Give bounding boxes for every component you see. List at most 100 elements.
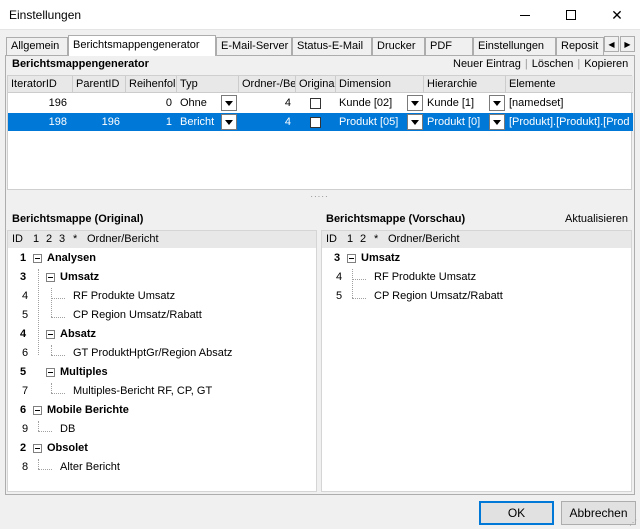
col-folder-report[interactable]: Ordner/Bericht: [388, 233, 460, 245]
ok-button[interactable]: OK: [479, 501, 554, 525]
col-elements[interactable]: Elemente: [506, 76, 633, 93]
hierarchy-dropdown-button[interactable]: [489, 95, 505, 111]
row-label: Absatz: [60, 328, 97, 340]
dimension-dropdown-button[interactable]: [407, 114, 423, 130]
row-label: Multiples: [60, 366, 108, 378]
type-dropdown-button[interactable]: [221, 114, 237, 130]
tab-berichtsmappengenerator[interactable]: Berichtsmappengenerator: [68, 35, 216, 56]
tree-row[interactable]: 4 RF Produkte Umsatz: [322, 268, 631, 287]
tree-row[interactable]: 3 Umsatz: [8, 268, 316, 287]
new-entry-link[interactable]: Neuer Eintrag: [453, 58, 521, 70]
close-button[interactable]: ✕: [594, 0, 640, 30]
cell-elements: [Produkt].[Produkt].[Prod: [509, 116, 630, 128]
tab-scroll-right-button[interactable]: ▶: [620, 36, 635, 52]
tree-row[interactable]: 8 Alter Bericht: [8, 458, 316, 477]
collapse-icon[interactable]: [347, 254, 356, 263]
cancel-button[interactable]: Abbrechen: [561, 501, 636, 525]
col-level-2[interactable]: 2: [46, 233, 52, 245]
maximize-button[interactable]: [548, 0, 594, 30]
tab-repository[interactable]: Reposit: [556, 37, 604, 55]
row-label: Analysen: [47, 252, 96, 264]
tree-row[interactable]: 2 Obsolet: [8, 439, 316, 458]
col-level-1[interactable]: 1: [347, 233, 353, 245]
tab-scroll-left-button[interactable]: ◀: [604, 36, 619, 52]
resize-grip-icon[interactable]: ⋰: [629, 518, 639, 528]
row-label: GT ProduktHptGr/Region Absatz: [73, 347, 233, 359]
col-parent-id[interactable]: ParentID: [73, 76, 126, 93]
collapse-icon[interactable]: [33, 444, 42, 453]
row-label: RF Produkte Umsatz: [374, 271, 477, 283]
hierarchy-dropdown-button[interactable]: [489, 114, 505, 130]
cell-order: 1: [165, 116, 172, 128]
col-star[interactable]: *: [73, 233, 77, 245]
separator: |: [524, 58, 528, 70]
col-level-1[interactable]: 1: [33, 233, 39, 245]
refresh-link[interactable]: Aktualisieren: [565, 213, 628, 225]
collapse-icon[interactable]: [33, 254, 42, 263]
tree-row[interactable]: 6 Mobile Berichte: [8, 401, 316, 420]
tab-email-server[interactable]: E-Mail-Server: [216, 37, 292, 55]
col-original[interactable]: Origina: [296, 76, 336, 93]
tree-row[interactable]: 5 CP Region Umsatz/Rabatt: [322, 287, 631, 306]
col-type[interactable]: Typ: [177, 76, 239, 93]
col-level-2[interactable]: 2: [360, 233, 366, 245]
tree-row[interactable]: 1 Analysen: [8, 249, 316, 268]
tree-row[interactable]: 3 Umsatz: [322, 249, 631, 268]
row-label: RF Produkte Umsatz: [73, 290, 176, 302]
chevron-left-icon: ◀: [608, 39, 615, 49]
chevron-right-icon: ▶: [624, 39, 631, 49]
col-iterator-id[interactable]: IteratorID: [8, 76, 73, 93]
dimension-dropdown-button[interactable]: [407, 95, 423, 111]
table-row[interactable]: 196 0 Ohne 4 Kunde [02] Kunde [1] [named…: [8, 94, 633, 112]
cell-type: Bericht: [180, 116, 215, 128]
type-dropdown-button[interactable]: [221, 95, 237, 111]
row-id: 5: [336, 290, 343, 302]
row-id: 7: [22, 385, 29, 397]
tab-allgemein[interactable]: Allgemein: [6, 37, 68, 55]
col-dimension[interactable]: Dimension: [336, 76, 424, 93]
tree-row[interactable]: 4 RF Produkte Umsatz: [8, 287, 316, 306]
tree-row[interactable]: 5 CP Region Umsatz/Rabatt: [8, 306, 316, 325]
cell-folder: 4: [284, 97, 291, 109]
row-id: 5: [20, 366, 27, 378]
row-id: 6: [22, 347, 29, 359]
tree-row[interactable]: 5 Multiples: [8, 363, 316, 382]
cell-order: 0: [165, 97, 172, 109]
col-folder[interactable]: Ordner-/Be: [239, 76, 296, 93]
copy-link[interactable]: Kopieren: [584, 58, 628, 70]
row-label: Obsolet: [47, 442, 88, 454]
row-id: 3: [20, 271, 27, 283]
cell-iterator-id: 196: [48, 97, 67, 109]
tree-row[interactable]: 9 DB: [8, 420, 316, 439]
tab-drucker[interactable]: Drucker: [372, 37, 425, 55]
cell-dimension: Produkt [05]: [339, 116, 399, 128]
col-level-3[interactable]: 3: [59, 233, 65, 245]
row-id: 4: [336, 271, 343, 283]
row-id: 4: [20, 328, 27, 340]
collapse-icon[interactable]: [46, 273, 55, 282]
col-hierarchy[interactable]: Hierarchie: [424, 76, 506, 93]
tree-row[interactable]: 7 Multiples-Bericht RF, CP, GT: [8, 382, 316, 401]
collapse-icon[interactable]: [33, 406, 42, 415]
tab-scroll: ◀ ▶: [604, 36, 636, 52]
original-checkbox[interactable]: [310, 117, 321, 128]
original-checkbox[interactable]: [310, 98, 321, 109]
tab-pdf[interactable]: PDF: [425, 37, 473, 55]
col-star[interactable]: *: [374, 233, 378, 245]
minimize-button[interactable]: [502, 0, 548, 30]
tab-einstellungen[interactable]: Einstellungen: [473, 37, 556, 55]
delete-link[interactable]: Löschen: [532, 58, 574, 70]
tree-row[interactable]: 4 Absatz: [8, 325, 316, 344]
tab-status-email[interactable]: Status-E-Mail: [292, 37, 372, 55]
splitter-handle[interactable]: ·····: [7, 192, 632, 201]
table-row-selected[interactable]: 198 196 1 Bericht 4 Produkt [05] Produkt…: [8, 113, 633, 131]
collapse-icon[interactable]: [46, 330, 55, 339]
col-id[interactable]: ID: [326, 233, 337, 245]
col-folder-report[interactable]: Ordner/Bericht: [87, 233, 159, 245]
collapse-icon[interactable]: [46, 368, 55, 377]
cell-parent-id: 196: [101, 116, 120, 128]
tree-row[interactable]: 6 GT ProduktHptGr/Region Absatz: [8, 344, 316, 363]
col-order[interactable]: Reihenfol: [126, 76, 177, 93]
col-id[interactable]: ID: [12, 233, 23, 245]
separator: |: [577, 58, 581, 70]
